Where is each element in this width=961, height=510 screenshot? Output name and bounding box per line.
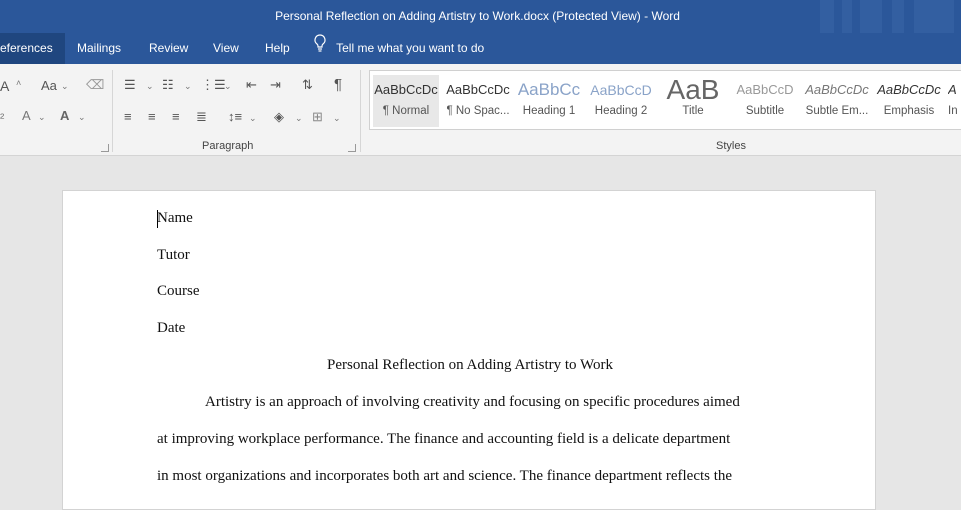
titlebar-decoration (820, 0, 834, 33)
style-subtitle[interactable]: AaBbCcD Subtitle (732, 75, 798, 127)
tell-me-placeholder: Tell me what you want to do (336, 41, 485, 55)
styles-gallery: AaBbCcDc ¶ Normal AaBbCcDc ¶ No Spac... … (369, 70, 961, 130)
chevron-down-icon: ˄ (16, 78, 22, 88)
style-name: Emphasis (883, 105, 935, 117)
chevron-down-icon: ⌄ (78, 112, 86, 122)
title-bar: Personal Reflection on Adding Artistry t… (0, 0, 961, 33)
borders-icon[interactable]: ⊞ (312, 109, 323, 125)
numbering-icon[interactable]: ☷ (162, 77, 174, 93)
style-name: Title (682, 105, 704, 117)
style-emphasis[interactable]: AaBbCcDc Emphasis (876, 75, 942, 127)
superscript-icon[interactable]: ² (0, 110, 4, 125)
style-name: ¶ No Spac... (446, 105, 510, 117)
tab-help[interactable]: Help (253, 33, 302, 64)
align-center-icon[interactable]: ≡ (148, 109, 156, 124)
chevron-down-icon: ⌄ (224, 81, 232, 91)
doc-paragraph-line: in most organizations and incorporates b… (157, 468, 733, 484)
doc-paragraph-line: at improving workplace performance. The … (157, 431, 731, 447)
line-spacing-icon[interactable]: ↕≡ (228, 109, 242, 124)
change-case-icon[interactable]: Aa (41, 78, 57, 93)
paragraph-dialog-launcher[interactable] (348, 144, 356, 152)
ribbon-tab-bar: eferences Mailings Review View Help Tell… (0, 33, 961, 64)
chevron-down-icon: ⌄ (295, 113, 303, 123)
styles-group-label: Styles (716, 140, 746, 152)
bullets-icon[interactable]: ☰ (124, 77, 136, 93)
style-sample: A (948, 82, 957, 97)
style-heading-2[interactable]: AaBbCcD Heading 2 (588, 75, 654, 127)
tell-me-search[interactable]: Tell me what you want to do (313, 33, 484, 64)
paragraph-group-label: Paragraph (202, 140, 254, 152)
chevron-down-icon: ⌄ (61, 81, 69, 91)
doc-paragraph-line: Artistry is an approach of involving cre… (205, 394, 740, 410)
chevron-down-icon: ⌄ (184, 81, 192, 91)
group-separator (360, 70, 361, 152)
titlebar-decoration (892, 0, 904, 33)
style-name: Subtle Em... (805, 105, 869, 117)
titlebar-decoration (914, 0, 954, 33)
multilevel-list-icon[interactable]: ⋮☰ (201, 77, 226, 93)
doc-line-date: Date (157, 320, 186, 336)
style-name: Heading 1 (522, 105, 576, 117)
document-page[interactable]: Name Tutor Course Date Personal Reflecti… (62, 190, 876, 510)
doc-line-course: Course (157, 283, 200, 299)
chevron-down-icon: ⌄ (38, 112, 46, 122)
style-sample: AaBbCcD (736, 82, 794, 97)
clear-formatting-icon[interactable]: ⌫ (86, 77, 104, 93)
style-normal[interactable]: AaBbCcDc ¶ Normal (373, 75, 439, 127)
style-sample: AaBbCcDc (805, 82, 869, 97)
chevron-down-icon: ⌄ (146, 81, 154, 91)
doc-line-tutor: Tutor (157, 247, 190, 263)
style-title[interactable]: AaB Title (660, 75, 726, 127)
grow-font-icon[interactable]: A (0, 78, 9, 94)
text-effects-icon[interactable]: A (22, 108, 31, 123)
doc-line-name: Name (157, 210, 193, 226)
tab-references[interactable]: eferences (0, 33, 65, 64)
tab-review[interactable]: Review (137, 33, 200, 64)
style-name: ¶ Normal (382, 105, 430, 117)
align-right-icon[interactable]: ≡ (172, 109, 180, 124)
chevron-down-icon: ⌄ (249, 113, 257, 123)
style-name: Subtitle (745, 105, 785, 117)
sort-icon[interactable]: ⇅ (302, 77, 313, 93)
style-sample: AaBbCcDc (374, 82, 438, 97)
style-sample: AaBbCcD (590, 82, 652, 98)
style-sample: AaBbCcDc (877, 82, 941, 97)
style-sample: AaBbCcDc (446, 82, 510, 97)
titlebar-decoration (860, 0, 882, 33)
style-heading-1[interactable]: AaBbCc Heading 1 (516, 75, 582, 127)
window-title: Personal Reflection on Adding Artistry t… (275, 9, 680, 23)
style-name: In (948, 105, 958, 117)
shading-icon[interactable]: ◈ (274, 109, 284, 125)
tab-view[interactable]: View (201, 33, 251, 64)
increase-indent-icon[interactable]: ⇥ (270, 77, 281, 93)
align-left-icon[interactable]: ≡ (124, 109, 132, 124)
style-no-spacing[interactable]: AaBbCcDc ¶ No Spac... (445, 75, 511, 127)
decrease-indent-icon[interactable]: ⇤ (246, 77, 257, 93)
lightbulb-icon (313, 33, 333, 64)
doc-heading: Personal Reflection on Adding Artistry t… (327, 357, 613, 373)
style-sample: AaB (666, 75, 720, 105)
tab-mailings[interactable]: Mailings (65, 33, 133, 64)
group-separator (112, 70, 113, 152)
ribbon-panel: A ˄ Aa ⌄ ⌫ ² A ⌄ A ⌄ ☰ ⌄ ☷ ⌄ ⋮☰ ⌄ ⇤ ⇥ ⇅ … (0, 64, 961, 156)
chevron-down-icon: ⌄ (333, 113, 341, 123)
style-subtle-emphasis[interactable]: AaBbCcDc Subtle Em... (804, 75, 870, 127)
titlebar-decoration (842, 0, 852, 33)
style-sample: AaBbCc (517, 80, 581, 99)
font-dialog-launcher[interactable] (101, 144, 109, 152)
style-name: Heading 2 (594, 105, 648, 117)
justify-icon[interactable]: ≣ (196, 109, 207, 125)
document-canvas[interactable]: Name Tutor Course Date Personal Reflecti… (0, 157, 961, 510)
font-color-icon[interactable]: A (60, 108, 69, 123)
pilcrow-icon[interactable]: ¶ (334, 76, 342, 93)
style-intense-emphasis[interactable]: A In (948, 75, 961, 127)
